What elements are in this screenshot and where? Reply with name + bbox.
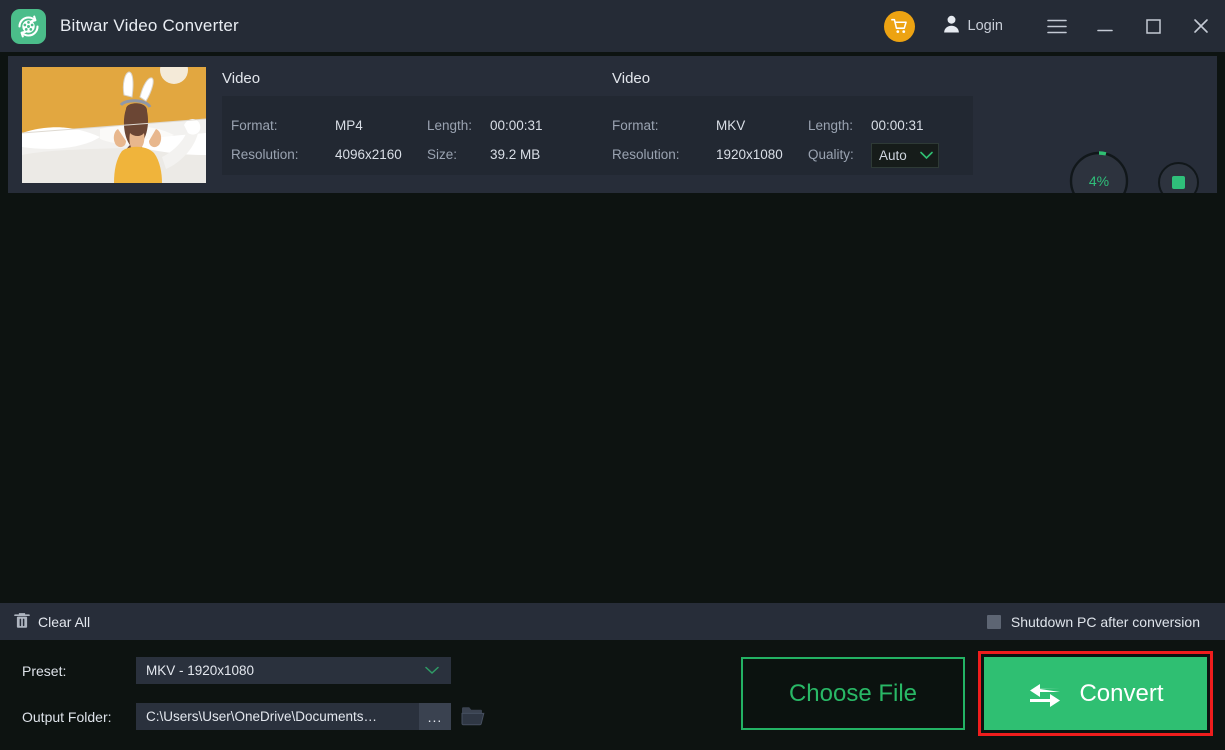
- target-info-row-1: Format: MKV Length: 00:00:31: [612, 111, 961, 140]
- convert-button-highlight: Convert: [978, 651, 1213, 736]
- title-bar-controls: Login: [883, 0, 1225, 52]
- target-panel-heading: Video: [612, 70, 651, 87]
- login-label: Login: [967, 18, 1003, 34]
- convert-button[interactable]: Convert: [984, 657, 1207, 730]
- quality-select-value: Auto: [879, 148, 907, 163]
- title-bar: Bitwar Video Converter Login: [0, 0, 1225, 52]
- target-resolution-value: 1920x1080: [716, 147, 783, 162]
- source-resolution-value: 4096x2160: [335, 147, 402, 162]
- shutdown-label: Shutdown PC after conversion: [1010, 613, 1200, 630]
- source-size-label: Size:: [427, 147, 458, 162]
- conversion-task-card: Video Video Format: MP4 Length: 00:00:31…: [8, 56, 1217, 248]
- source-info-row-2: Resolution: 4096x2160 Size: 39.2 MB: [231, 140, 580, 169]
- shopping-cart-icon[interactable]: [883, 10, 915, 42]
- checkbox-box: [986, 614, 1001, 629]
- close-icon[interactable]: [1177, 0, 1225, 52]
- output-folder-label: Output Folder:: [22, 709, 112, 725]
- source-length-value: 00:00:31: [490, 118, 543, 133]
- quality-select[interactable]: Auto: [871, 143, 939, 168]
- login-button[interactable]: Login: [943, 15, 1003, 37]
- preset-select-value: MKV - 1920x1080: [146, 663, 255, 678]
- clear-all-button[interactable]: Clear All: [14, 612, 90, 632]
- source-size-value: 39.2 MB: [490, 147, 541, 162]
- swap-arrows-icon: [1027, 678, 1063, 710]
- source-info-grid: Format: MP4 Length: 00:00:31 Resolution:…: [231, 111, 580, 169]
- preset-select[interactable]: MKV - 1920x1080: [136, 657, 451, 684]
- video-thumbnail[interactable]: [22, 67, 206, 183]
- target-info-row-2: Resolution: 1920x1080 Quality: Auto: [612, 140, 961, 169]
- source-panel-heading: Video: [222, 70, 261, 87]
- source-length-label: Length:: [427, 118, 473, 133]
- target-length-value: 00:00:31: [871, 118, 924, 133]
- target-format-value: MKV: [716, 118, 746, 133]
- chevron-down-icon: [425, 666, 439, 675]
- open-folder-icon[interactable]: [461, 705, 485, 727]
- target-format-label: Format:: [612, 118, 659, 133]
- maximize-icon[interactable]: [1129, 0, 1177, 52]
- stop-square-icon: [1172, 176, 1185, 189]
- user-avatar-icon: [943, 15, 960, 37]
- toolbar-strip: Clear All Shutdown PC after conversion: [0, 603, 1225, 640]
- target-resolution-label: Resolution:: [612, 147, 680, 162]
- output-folder-field[interactable]: C:\Users\User\OneDrive\Documents… ...: [136, 703, 451, 730]
- chevron-down-icon: [919, 151, 933, 160]
- output-folder-value: C:\Users\User\OneDrive\Documents…: [146, 709, 378, 724]
- source-format-value: MP4: [335, 118, 363, 133]
- minimize-icon[interactable]: [1081, 0, 1129, 52]
- target-quality-label: Quality:: [808, 147, 854, 162]
- target-length-label: Length:: [808, 118, 854, 133]
- source-info-row-1: Format: MP4 Length: 00:00:31: [231, 111, 580, 140]
- choose-file-button[interactable]: Choose File: [741, 657, 965, 730]
- target-info-grid: Format: MKV Length: 00:00:31 Resolution:…: [612, 111, 961, 169]
- convert-label: Convert: [1079, 679, 1164, 707]
- choose-file-label: Choose File: [788, 679, 918, 707]
- trash-icon: [14, 612, 30, 632]
- shutdown-after-conversion-checkbox[interactable]: Shutdown PC after conversion: [986, 613, 1200, 630]
- app-window: Bitwar Video Converter Login Video Video…: [0, 0, 1225, 750]
- app-title: Bitwar Video Converter: [60, 16, 239, 35]
- target-quality-cell: Auto: [871, 140, 961, 169]
- clear-all-label: Clear All: [38, 613, 91, 630]
- task-list-area: [0, 193, 1225, 603]
- browse-folder-button[interactable]: ...: [419, 703, 451, 730]
- source-resolution-label: Resolution:: [231, 147, 299, 162]
- source-format-label: Format:: [231, 118, 278, 133]
- app-logo-icon: [11, 8, 46, 44]
- hamburger-menu-icon[interactable]: [1033, 0, 1081, 52]
- preset-label: Preset:: [22, 663, 67, 679]
- media-info-box: Format: MP4 Length: 00:00:31 Resolution:…: [222, 96, 973, 248]
